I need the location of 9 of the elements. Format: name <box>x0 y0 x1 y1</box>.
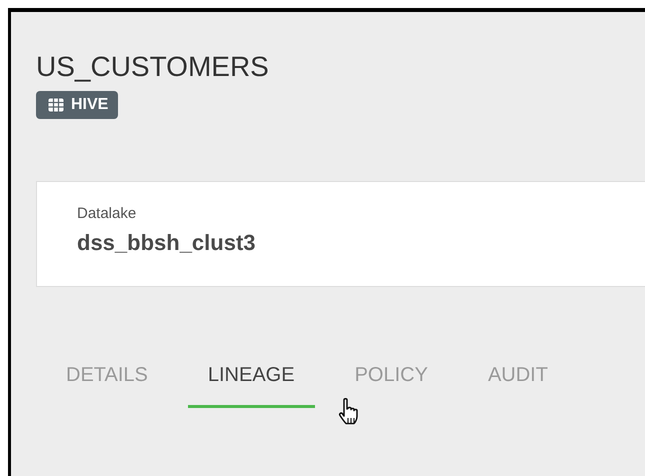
table-icon <box>48 98 64 112</box>
tab[interactable]: DETAILS <box>46 355 168 408</box>
table-title: US_CUSTOMERS <box>36 50 269 84</box>
tab[interactable]: POLICY <box>334 355 448 408</box>
hive-badge: HIVE <box>36 91 118 119</box>
tab[interactable]: AUDIT <box>468 355 568 408</box>
tab[interactable]: LINEAGE <box>188 355 315 408</box>
field-value: dss_bbsh_clust3 <box>77 229 256 257</box>
field-label: Datalake <box>77 205 136 223</box>
